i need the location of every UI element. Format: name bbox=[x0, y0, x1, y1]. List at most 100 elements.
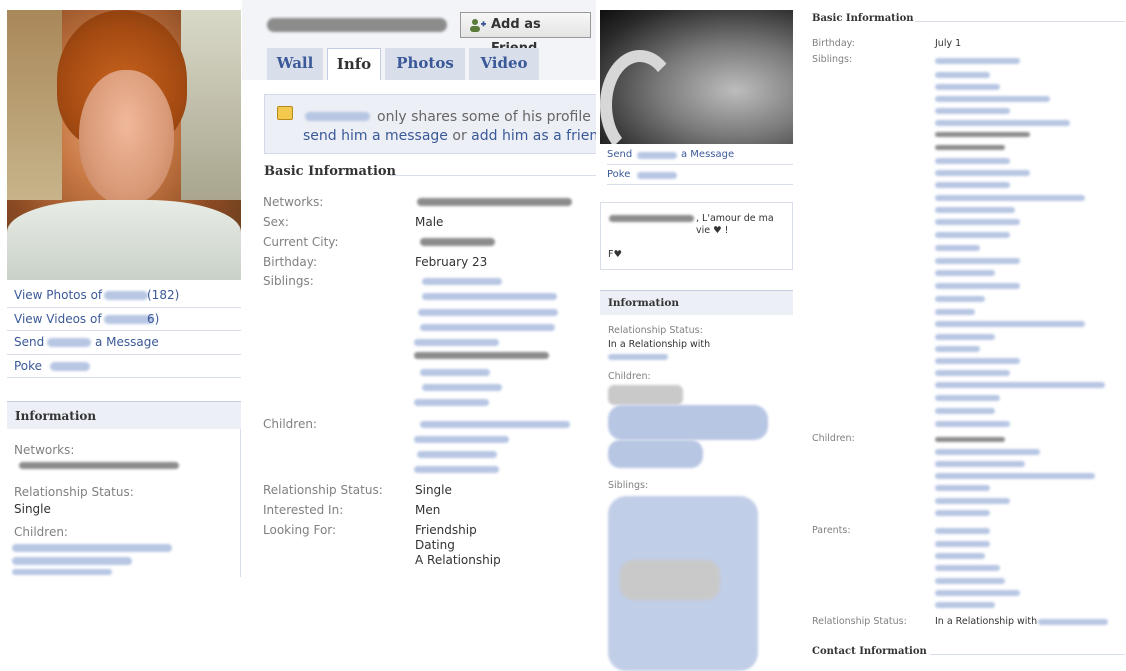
sex-label: Sex: bbox=[263, 215, 289, 229]
redacted-sibling bbox=[935, 245, 980, 251]
siblings-label: Siblings: bbox=[263, 274, 314, 288]
send-message-link[interactable]: Send a Message bbox=[7, 331, 241, 355]
redacted-sibling bbox=[935, 309, 975, 315]
profile-photo[interactable] bbox=[600, 10, 793, 144]
redacted-children bbox=[608, 440, 703, 468]
redacted-sibling bbox=[422, 384, 502, 391]
interested-in-value: Men bbox=[415, 503, 441, 517]
send-message-link[interactable]: Send a Message bbox=[607, 145, 793, 165]
birthday-label: Birthday: bbox=[263, 255, 318, 269]
redacted-sibling bbox=[935, 207, 1015, 213]
networks-label: Networks: bbox=[14, 443, 75, 457]
networks-label: Networks: bbox=[263, 195, 324, 209]
redacted-parent bbox=[935, 565, 1000, 571]
add-friend-icon bbox=[470, 19, 486, 32]
redacted-network bbox=[19, 462, 179, 469]
send-message-link[interactable]: send him a message bbox=[303, 128, 448, 144]
basic-information-heading: Basic Information bbox=[812, 13, 914, 24]
redacted-parent bbox=[935, 590, 1020, 596]
poke-link[interactable]: Poke bbox=[7, 355, 241, 378]
redacted-name bbox=[104, 291, 148, 300]
redacted-sibling bbox=[935, 370, 1010, 376]
redacted-parent bbox=[935, 541, 990, 547]
profile-panel-2: Add as Friend Wall Info Photos Video onl… bbox=[242, 0, 596, 671]
redacted-sibling bbox=[414, 339, 499, 346]
tab-video[interactable]: Video bbox=[469, 48, 539, 80]
redacted-sibling bbox=[935, 58, 1020, 64]
relationship-label: Relationship Status: bbox=[812, 616, 907, 627]
redacted-sibling bbox=[935, 96, 1050, 102]
redacted-sibling bbox=[935, 170, 1030, 176]
lock-icon bbox=[277, 106, 293, 120]
redacted-sibling bbox=[935, 395, 1000, 401]
redacted-city bbox=[420, 238, 495, 246]
notice-text: only shares some of his profile infor bbox=[377, 109, 596, 125]
heading-divider bbox=[390, 175, 596, 176]
redacted-sibling bbox=[414, 352, 549, 359]
redacted-children bbox=[12, 557, 132, 565]
birthday-value: February 23 bbox=[415, 255, 488, 269]
redacted-sibling bbox=[935, 158, 1010, 164]
profile-photo[interactable] bbox=[7, 10, 241, 280]
redacted-network bbox=[417, 198, 572, 206]
children-label: Children: bbox=[14, 525, 68, 539]
redacted-sibling bbox=[935, 283, 1020, 289]
looking-for-label: Looking For: bbox=[263, 523, 337, 537]
view-videos-link[interactable]: View Videos of 6) bbox=[7, 308, 241, 331]
sex-value: Male bbox=[415, 215, 444, 229]
redacted-name bbox=[637, 152, 677, 159]
poke-link[interactable]: Poke bbox=[607, 165, 793, 185]
redacted-name bbox=[637, 172, 677, 179]
looking-for-value-3: A Relationship bbox=[415, 553, 501, 567]
redacted-sibling bbox=[935, 296, 985, 302]
children-label: Children: bbox=[263, 417, 317, 431]
view-photos-link[interactable]: View Photos of (182) bbox=[7, 284, 241, 308]
siblings-label: Siblings: bbox=[812, 54, 853, 65]
relationship-value: In a Relationship with bbox=[608, 339, 711, 350]
relationship-label: Relationship Status: bbox=[608, 325, 703, 336]
children-label: Children: bbox=[608, 371, 651, 382]
redacted-parent bbox=[935, 528, 990, 534]
tab-wall[interactable]: Wall bbox=[267, 48, 323, 80]
redacted-partner bbox=[608, 354, 668, 360]
redacted-profile-name bbox=[267, 18, 447, 32]
status-box: , L'amour de ma vie ♥ ! F♥ bbox=[600, 202, 793, 270]
redacted-sibling bbox=[935, 72, 990, 78]
profile-header: Add as Friend Wall Info Photos Video bbox=[242, 0, 596, 80]
heading-divider bbox=[915, 21, 1125, 22]
redacted-children bbox=[608, 405, 768, 440]
redacted-sibling bbox=[935, 258, 1020, 264]
redacted-sibling bbox=[418, 309, 558, 316]
redacted-sibling bbox=[935, 132, 1030, 137]
redacted-name bbox=[47, 338, 91, 347]
heading-divider bbox=[930, 654, 1125, 655]
information-box: Networks: Relationship Status: Single Ch… bbox=[7, 429, 241, 577]
add-friend-link[interactable]: add him as a friend bbox=[471, 128, 596, 144]
add-as-friend-button[interactable]: Add as Friend bbox=[460, 12, 591, 56]
redacted-sibling bbox=[935, 408, 995, 414]
relationship-label: Relationship Status: bbox=[263, 483, 383, 497]
current-city-label: Current City: bbox=[263, 235, 339, 249]
redacted-child bbox=[935, 437, 1005, 442]
redacted-sibling bbox=[935, 195, 1085, 201]
redacted-sibling bbox=[420, 324, 555, 331]
redacted-sibling bbox=[935, 219, 1020, 225]
tab-photos[interactable]: Photos bbox=[385, 48, 465, 80]
redacted-sibling bbox=[935, 321, 1085, 327]
redacted-sibling bbox=[935, 421, 1010, 427]
looking-for-value-2: Dating bbox=[415, 538, 455, 552]
relationship-label: Relationship Status: bbox=[14, 485, 134, 499]
redacted-sibling bbox=[935, 346, 980, 352]
notice-actions: send him a message or add him as a frien… bbox=[303, 128, 596, 144]
redacted-sibling bbox=[935, 334, 995, 340]
relationship-value: In a Relationship with bbox=[935, 616, 1038, 627]
relationship-value: Single bbox=[415, 483, 452, 497]
information-heading: Information bbox=[600, 290, 793, 315]
interested-in-label: Interested In: bbox=[263, 503, 344, 517]
redacted-sibling bbox=[420, 369, 490, 376]
redacted-child bbox=[935, 498, 1010, 504]
profile-panel-4: Basic Information Birthday: July 1 Sibli… bbox=[800, 0, 1126, 671]
redacted-children bbox=[12, 569, 112, 575]
tab-info[interactable]: Info bbox=[327, 48, 381, 80]
redacted-child bbox=[935, 485, 990, 491]
